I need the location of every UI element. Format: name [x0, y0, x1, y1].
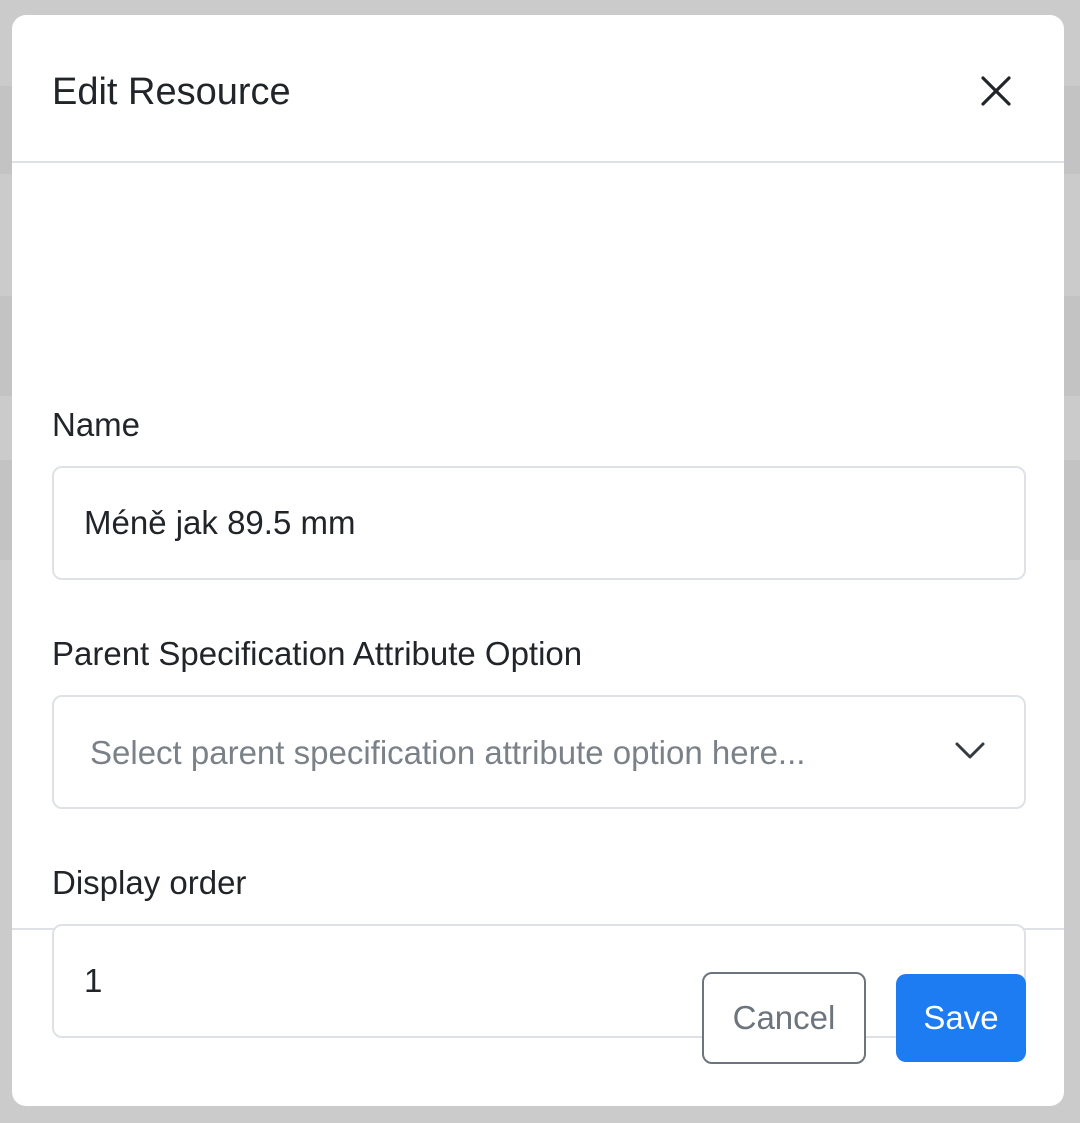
parent-option-select[interactable]: Select parent specification attribute op…: [52, 695, 1026, 809]
save-button[interactable]: Save: [896, 974, 1026, 1062]
chevron-down-icon: [955, 742, 985, 759]
modal-header: Edit Resource: [12, 15, 1064, 163]
close-button[interactable]: [974, 69, 1018, 113]
close-icon: [981, 76, 1011, 106]
edit-resource-modal: Edit Resource Name Parent Specification …: [12, 15, 1064, 1106]
modal-title: Edit Resource: [52, 71, 291, 113]
modal-body: Name Parent Specification Attribute Opti…: [12, 163, 1064, 1038]
name-label: Name: [52, 406, 141, 443]
parent-option-placeholder: Select parent specification attribute op…: [90, 734, 806, 771]
modal-footer: Cancel Save: [12, 930, 1064, 1106]
parent-option-label: Parent Specification Attribute Option: [52, 635, 583, 672]
name-input[interactable]: [52, 466, 1026, 580]
cancel-button[interactable]: Cancel: [702, 972, 866, 1064]
display-order-label: Display order: [52, 864, 247, 901]
